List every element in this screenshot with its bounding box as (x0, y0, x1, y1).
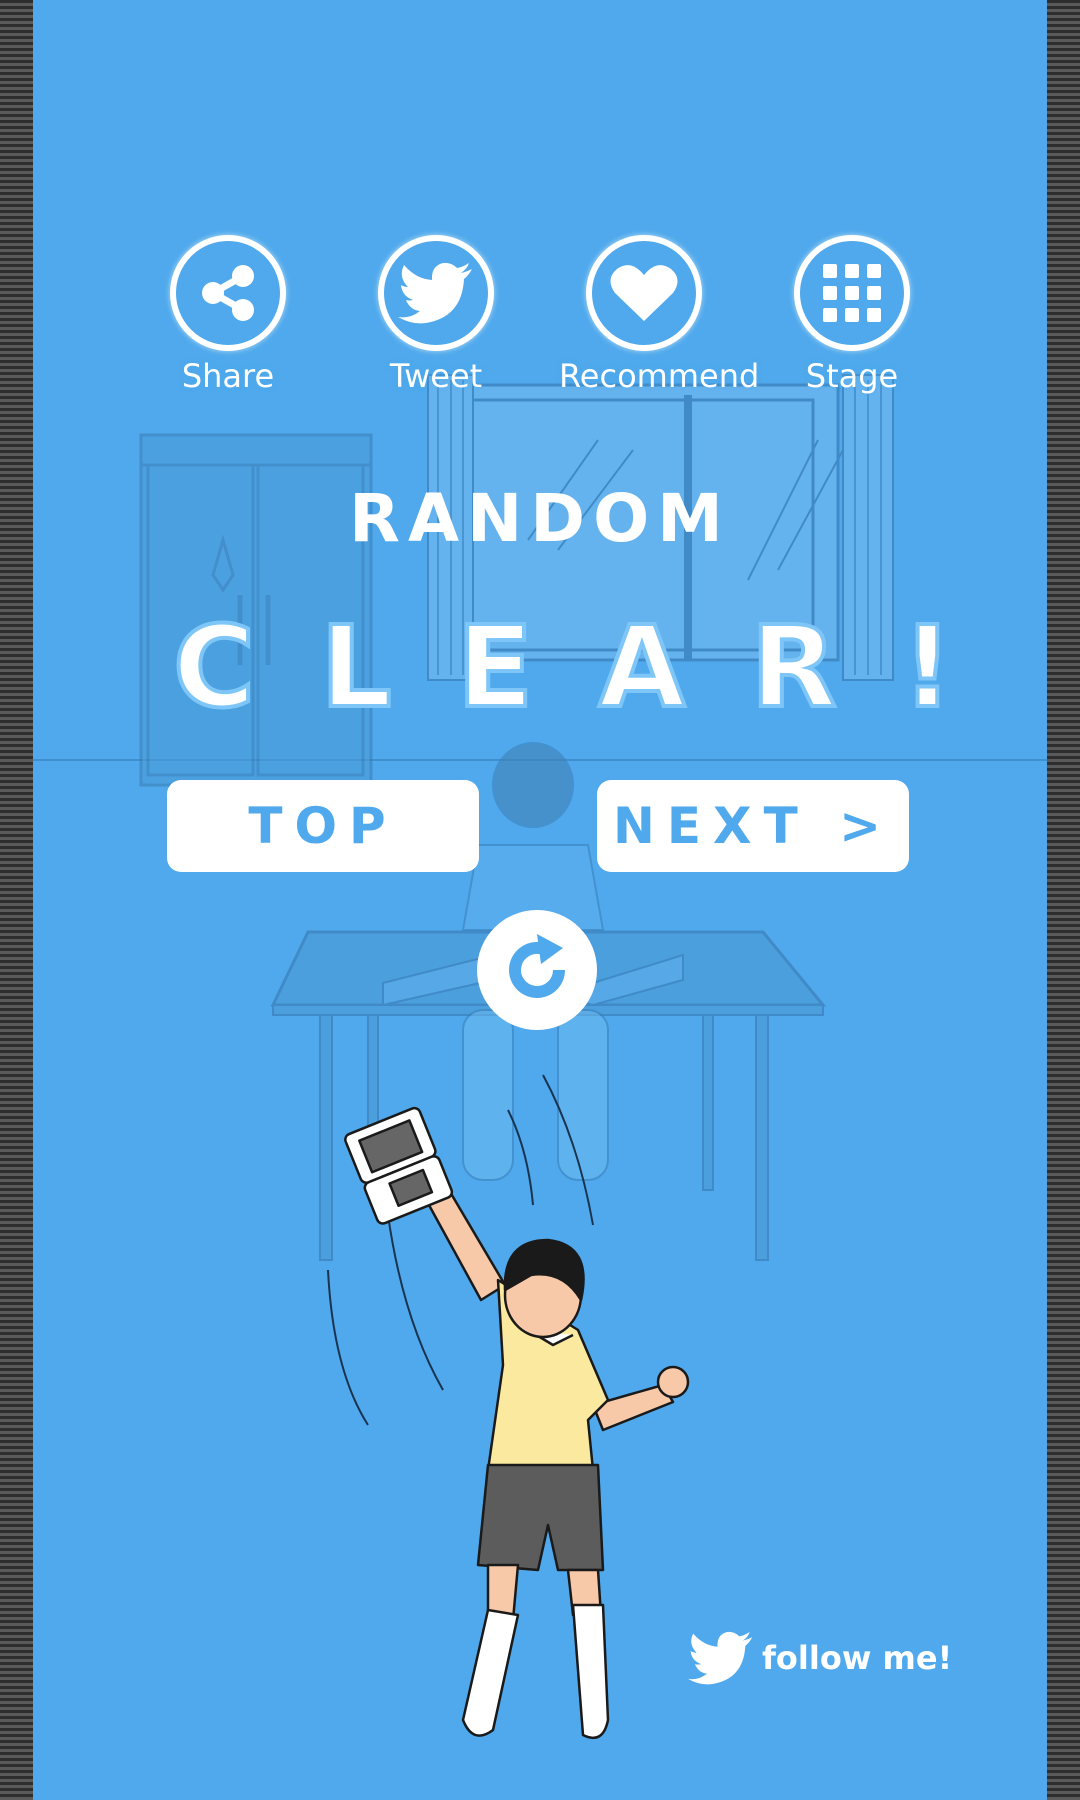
next-button[interactable]: NEXT > (597, 780, 909, 872)
clear-letter: C (171, 603, 257, 733)
share-label: Share (181, 357, 275, 395)
follow-label: follow me! (762, 1639, 953, 1677)
clear-banner: C L E A R ! (171, 603, 955, 733)
grid-icon (794, 235, 910, 351)
left-border (0, 0, 33, 1800)
heart-icon (586, 235, 702, 351)
twitter-bird-icon (688, 1631, 753, 1685)
share-button[interactable]: Share (143, 235, 313, 395)
top-button[interactable]: TOP (167, 780, 479, 872)
retry-icon (509, 934, 565, 998)
clear-letter: ! (900, 603, 955, 733)
action-row: Share Tweet Recommend Stage (33, 235, 1047, 405)
mode-title: RANDOM (349, 480, 731, 557)
cheering-boy (344, 1106, 690, 1740)
tweet-button[interactable]: Tweet (351, 235, 521, 395)
right-border (1047, 0, 1080, 1800)
game-stage: Share Tweet Recommend Stage RANDOM C L E… (33, 0, 1047, 1800)
recommend-button[interactable]: Recommend (559, 235, 760, 395)
clear-letter: L (318, 603, 393, 733)
stage-label: Stage (805, 357, 899, 395)
share-icon (170, 235, 286, 351)
tweet-label: Tweet (389, 357, 483, 395)
clear-letter: E (455, 603, 535, 733)
retry-button[interactable] (477, 910, 597, 1030)
recommend-label: Recommend (559, 357, 760, 395)
twitter-icon (378, 235, 494, 351)
follow-link[interactable]: follow me! (688, 1630, 952, 1686)
clear-letter: R (748, 603, 838, 733)
stage-button[interactable]: Stage (767, 235, 937, 395)
clear-letter: A (597, 603, 688, 733)
